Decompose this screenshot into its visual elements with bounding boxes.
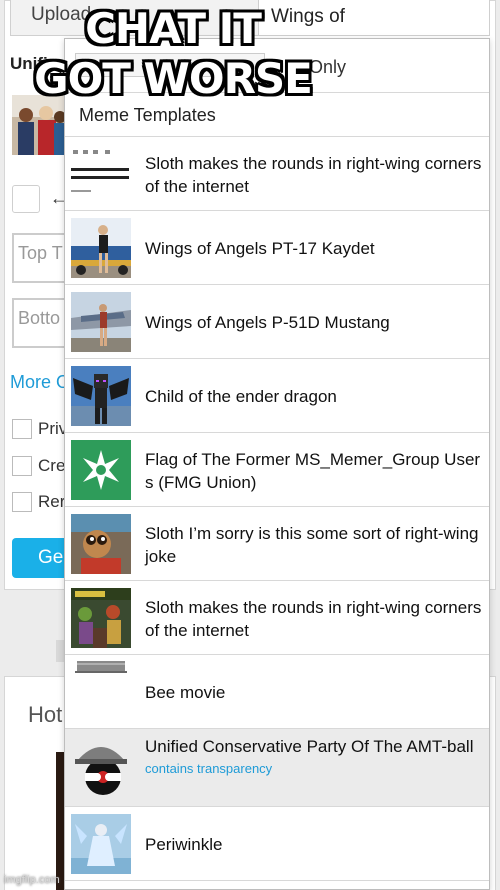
- list-item[interactable]: Wings of Angels PT-17 Kaydet: [65, 211, 489, 285]
- private-checkbox[interactable]: [12, 419, 32, 439]
- list-item[interactable]: Sloth makes the rounds in right-wing cor…: [65, 581, 489, 655]
- green-flag-icon: [71, 440, 131, 500]
- list-item[interactable]: Flag of The Former MS_Memer_Group Users …: [65, 433, 489, 507]
- biplane-pinup-icon: [71, 218, 131, 278]
- item-title: Bee movie: [145, 683, 226, 702]
- comic-collage-icon: [71, 588, 131, 648]
- transparency-note: contains transparency: [145, 761, 273, 776]
- item-title: Flag of The Former MS_Memer_Group Users …: [145, 450, 481, 492]
- list-item[interactable]: Sloth makes the rounds in right-wing cor…: [65, 137, 489, 211]
- remove-checkbox[interactable]: [12, 492, 32, 512]
- periwinkle-icon: [71, 814, 131, 874]
- item-title: Sloth I’m sorry is this some sort of rig…: [145, 524, 479, 566]
- caption-line-2: GOT WORSE: [34, 54, 313, 103]
- countryball-icon: [71, 737, 131, 797]
- caption-line-1: CHAT IT: [85, 4, 262, 53]
- page: Upload Wings of Unifie ← Top T Botto Mor…: [0, 0, 500, 890]
- bottom-text-input[interactable]: Botto: [12, 298, 72, 348]
- list-item[interactable]: Periwinkle: [65, 807, 489, 881]
- create-label: Cre: [38, 456, 66, 475]
- remove-label: Rer: [38, 492, 66, 511]
- template-preview-thumb[interactable]: [12, 95, 66, 155]
- generate-button[interactable]: Ge: [12, 538, 72, 578]
- sloth-icon: [71, 514, 131, 574]
- item-title: Unified Conservative Party Of The AMT-ba…: [145, 735, 483, 778]
- template-search-dropdown: GIFs Only Meme Templates Sloth makes the…: [64, 38, 490, 890]
- ender-dragon-icon: [71, 366, 131, 426]
- item-title: Child of the ender dragon: [145, 387, 337, 406]
- hot-memes-heading: Hot: [28, 702, 63, 727]
- bee-movie-icon: [71, 659, 131, 679]
- top-text-input[interactable]: Top T: [12, 233, 72, 283]
- watermark: imgflip.com: [4, 874, 60, 886]
- item-title: Wings of Angels P-51D Mustang: [145, 313, 390, 332]
- mustang-pinup-icon: [71, 292, 131, 352]
- news-screenshot-icon: [71, 144, 131, 204]
- select-checkbox[interactable]: [12, 185, 40, 213]
- list-item[interactable]: Wings of Angels P-51D Mustang: [65, 285, 489, 359]
- item-title: Periwinkle: [145, 835, 223, 854]
- list-item[interactable]: Child of the ender dragon: [65, 359, 489, 433]
- private-label: Priv: [38, 419, 68, 438]
- hot-meme-image[interactable]: [56, 752, 64, 890]
- create-checkbox[interactable]: [12, 456, 32, 476]
- item-title: Sloth makes the rounds in right-wing cor…: [145, 154, 482, 196]
- more-options-link[interactable]: More O: [10, 372, 70, 393]
- item-title: Sloth makes the rounds in right-wing cor…: [145, 598, 482, 640]
- list-item[interactable]: Sloth I’m sorry is this some sort of rig…: [65, 507, 489, 581]
- item-title: Wings of Angels PT-17 Kaydet: [145, 239, 375, 258]
- list-item-selected[interactable]: Unified Conservative Party Of The AMT-ba…: [65, 729, 489, 807]
- list-item[interactable]: Bee movie: [65, 655, 489, 729]
